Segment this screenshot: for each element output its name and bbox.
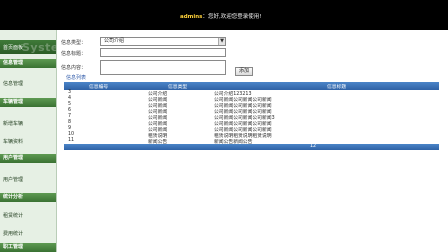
pager-text[interactable]: 12	[310, 144, 316, 149]
table-cell: 6	[68, 108, 72, 113]
add-button[interactable]: 添加	[235, 67, 253, 76]
chevron-down-icon[interactable]: ▼	[218, 38, 225, 45]
greeting: ：您好,欢迎您登录使用!	[202, 14, 262, 20]
content-label: 信息内容：	[61, 65, 87, 71]
table-cell: 3	[68, 90, 72, 95]
sidebar-group-stats[interactable]: 统计分析	[0, 193, 56, 202]
type-select-value: 公司介绍	[104, 38, 125, 44]
username: admins	[180, 14, 203, 20]
sidebar: System 首页面板 信息管理 信息管理 车辆管理 新增车辆 车辆资料 用户管…	[0, 30, 57, 252]
sidebar-item-info[interactable]: 信息管理	[0, 80, 56, 89]
table-cell: 4	[68, 96, 72, 101]
table-header: 信息编号 信息类型 信息标题	[64, 82, 439, 90]
table-cell: 8	[68, 120, 72, 125]
sidebar-home-label: 首页面板	[3, 45, 24, 51]
title-label: 信息标题：	[61, 51, 87, 57]
column-header: 信息类型	[168, 85, 188, 90]
main-content: 信息类型： 公司介绍 ▼ 信息标题： 信息内容： 添加 信息列表 信息编号 信息…	[57, 30, 448, 252]
sidebar-item-vehicle-list[interactable]: 车辆资料	[0, 138, 56, 147]
column-header: 信息编号	[89, 85, 109, 90]
welcome-text: admins：您好,欢迎您登录使用!	[180, 12, 261, 20]
sidebar-item-add-vehicle[interactable]: 新增车辆	[0, 120, 56, 129]
content-textarea[interactable]	[100, 60, 226, 75]
table-body: 3 公司介绍 公司介绍123213 4 公司新闻 公司新闻公司新闻公司新闻 5 公司新闻 公司新…	[64, 90, 439, 145]
type-select[interactable]: 公司介绍 ▼	[100, 37, 226, 46]
app-root: admins：您好,欢迎您登录使用! System 首页面板 信息管理 信息管理…	[0, 0, 448, 252]
sidebar-item-rent-stats[interactable]: 租赁统计	[0, 212, 56, 221]
sidebar-item-user[interactable]: 用户管理	[0, 176, 56, 185]
type-label: 信息类型：	[61, 40, 87, 46]
table-cell: 7	[68, 114, 72, 119]
table-cell: 11	[68, 138, 75, 143]
banner-watermark: System	[22, 41, 56, 54]
list-title: 信息列表	[66, 75, 87, 81]
sidebar-group-user[interactable]: 用户管理	[0, 154, 56, 163]
pager: 12	[64, 144, 439, 150]
sidebar-group-info[interactable]: 信息管理	[0, 59, 56, 68]
table-cell: 9	[68, 126, 72, 131]
sidebar-item-fee-stats[interactable]: 费用统计	[0, 230, 56, 239]
title-input[interactable]	[100, 48, 226, 57]
column-header: 信息标题	[327, 85, 347, 90]
table-cell: 10	[68, 132, 75, 137]
sidebar-group-staff[interactable]: 职工管理	[0, 243, 56, 252]
sidebar-home-banner[interactable]: System 首页面板	[0, 40, 56, 54]
info-table: 信息编号 信息类型 信息标题 3 公司介绍 公司介绍123213 4 公司新闻 公司新闻公…	[64, 82, 439, 150]
sidebar-group-vehicle[interactable]: 车辆管理	[0, 98, 56, 107]
top-bar: admins：您好,欢迎您登录使用!	[0, 0, 448, 30]
table-cell: 5	[68, 102, 72, 107]
